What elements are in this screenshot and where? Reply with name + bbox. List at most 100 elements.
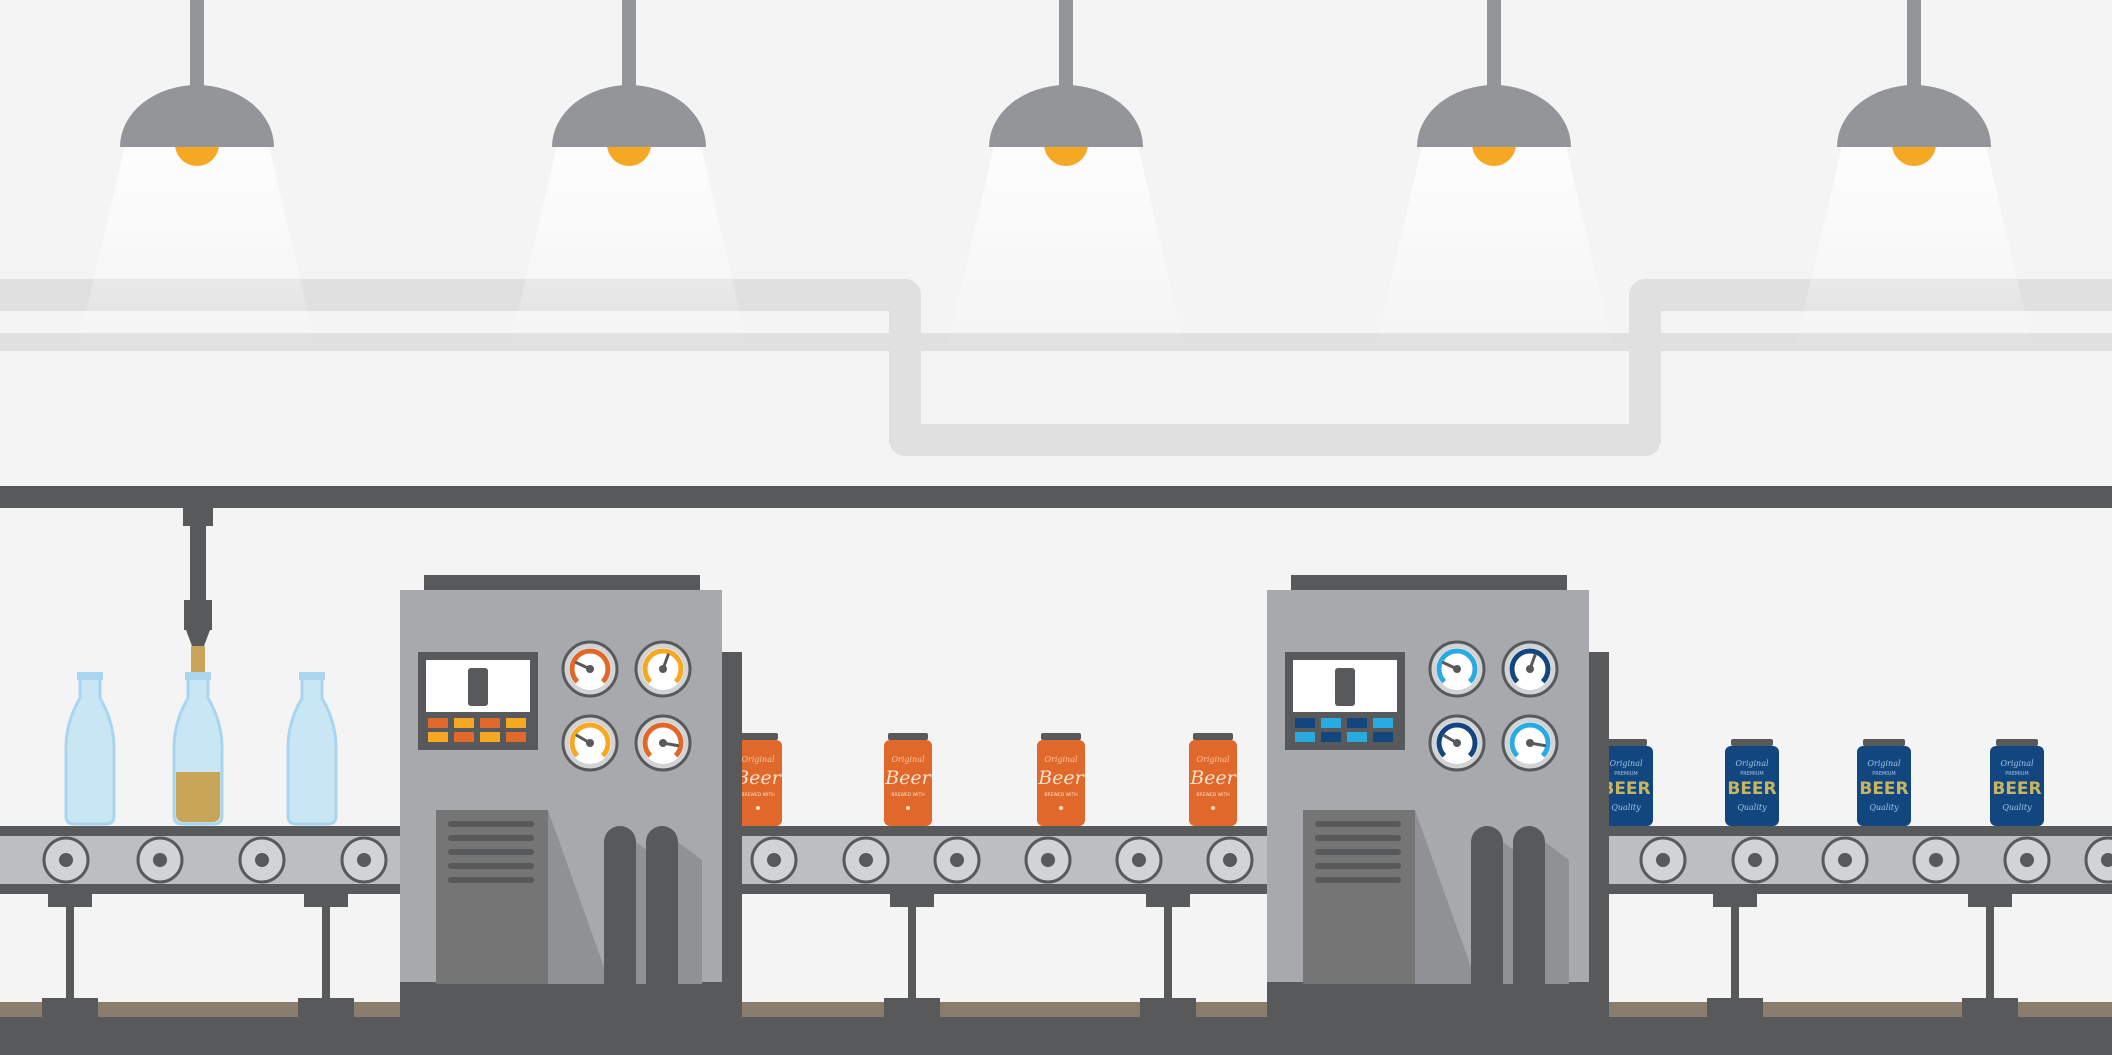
roller — [1024, 836, 1072, 884]
pressure-gauge — [634, 714, 692, 772]
can-top-text: Original — [1044, 755, 1078, 764]
can-sub-arc: PREMIUM — [1872, 771, 1895, 777]
panel-key — [1295, 718, 1315, 728]
piston — [646, 826, 678, 984]
belt-bottom — [1605, 884, 2112, 894]
can-sub-arc: PREMIUM — [1614, 771, 1637, 777]
door-vent — [1315, 863, 1401, 869]
piston-shadow — [678, 842, 702, 984]
roller — [750, 836, 798, 884]
panel-key — [506, 718, 526, 728]
machine-side-panel — [722, 652, 742, 992]
can-main-text: BEER — [1859, 779, 1908, 799]
floor-base — [0, 1017, 2112, 1055]
door-vent — [1315, 877, 1401, 883]
orange-beer-can: Original Beer BREWED WITH — [884, 733, 933, 826]
panel-key — [480, 732, 500, 742]
roller — [1912, 836, 1960, 884]
can-sub-arc: PREMIUM — [1740, 771, 1763, 777]
panel-key — [454, 718, 474, 728]
can-bottom-arc: Quality — [1611, 803, 1641, 812]
can-bottom-arc: Quality — [1737, 803, 1767, 812]
panel-key — [1373, 718, 1393, 728]
blue-beer-can: Original PREMIUM BEER Quality — [1990, 739, 2044, 826]
can-bottom-text: BREWED WITH — [891, 792, 924, 798]
roller — [933, 836, 981, 884]
roller — [1639, 836, 1687, 884]
door-vent — [448, 863, 534, 869]
pressure-gauge — [1428, 714, 1486, 772]
lamp-cord — [1487, 0, 1501, 88]
can-dot — [1211, 806, 1215, 810]
roller — [42, 836, 90, 884]
door-vent — [1315, 835, 1401, 841]
panel-key — [428, 718, 448, 728]
can-dot — [1059, 806, 1063, 810]
machine-base — [400, 982, 742, 1018]
lamp-cord — [1059, 0, 1073, 88]
can-lid — [1041, 733, 1081, 740]
lamp-cord — [1907, 0, 1921, 88]
can-top-arc: Original — [2000, 759, 2034, 768]
can-lid — [1193, 733, 1233, 740]
roller — [238, 836, 286, 884]
belt-bottom — [0, 884, 400, 894]
roller — [1206, 836, 1254, 884]
can-lid — [1863, 739, 1905, 746]
can-bottom-text: BREWED WITH — [741, 792, 774, 798]
machine-side-panel — [1589, 652, 1609, 992]
machine-base — [1267, 982, 1609, 1018]
belt-body — [740, 836, 1270, 888]
panel-key — [480, 718, 500, 728]
belt-top — [0, 826, 400, 836]
panel-key — [1373, 732, 1393, 742]
roller — [1115, 836, 1163, 884]
panel-key — [1321, 732, 1341, 742]
can-main-text: BEER — [1992, 779, 2041, 799]
panel-key — [506, 732, 526, 742]
door-vent — [448, 835, 534, 841]
piston — [604, 826, 636, 984]
piston — [1471, 826, 1503, 984]
pressure-gauge — [561, 714, 619, 772]
bottle-lip — [299, 672, 325, 680]
blue-beer-can: Original PREMIUM BEER Quality — [1725, 739, 1779, 826]
can-lid — [888, 733, 928, 740]
roller — [136, 836, 184, 884]
can-top-arc: Original — [1867, 759, 1901, 768]
piston-shadow — [1545, 842, 1569, 984]
pressure-gauge — [1501, 714, 1559, 772]
roller — [1821, 836, 1869, 884]
can-top-text: Original — [891, 755, 925, 764]
factory-production-line-scene: Original Beer BREWED WITH Original Beer BREWE… — [0, 0, 2112, 1055]
can-dot — [906, 806, 910, 810]
bottle-lip — [185, 672, 211, 680]
panel-key — [1347, 732, 1367, 742]
can-top-arc: Original — [1609, 759, 1643, 768]
can-bottom-arc: Quality — [1869, 803, 1899, 812]
can-top-text: Original — [741, 755, 775, 764]
lamp-cord — [190, 0, 204, 88]
door-vent — [448, 877, 534, 883]
can-script-text: Beer — [1037, 767, 1085, 789]
pressure-gauge — [1428, 640, 1486, 698]
roller — [1731, 836, 1779, 884]
door-vent — [1315, 849, 1401, 855]
blue-labeling-machine — [1267, 575, 1609, 1018]
can-top-text: Original — [1196, 755, 1230, 764]
roller — [340, 836, 388, 884]
can-lid — [1731, 739, 1773, 746]
lamp-cord — [622, 0, 636, 88]
pressure-gauge — [561, 640, 619, 698]
can-lid — [1996, 739, 2038, 746]
machine-top-cap — [424, 575, 700, 591]
overhead-rail — [0, 486, 2112, 508]
screen-can-icon — [1335, 668, 1355, 706]
panel-key — [1321, 718, 1341, 728]
can-main-text: BEER — [1727, 779, 1776, 799]
pressure-gauge — [634, 640, 692, 698]
can-script-text: Beer — [1189, 767, 1237, 789]
panel-key — [1295, 732, 1315, 742]
pressure-gauge — [1501, 640, 1559, 698]
can-script-text: Beer — [884, 767, 932, 789]
